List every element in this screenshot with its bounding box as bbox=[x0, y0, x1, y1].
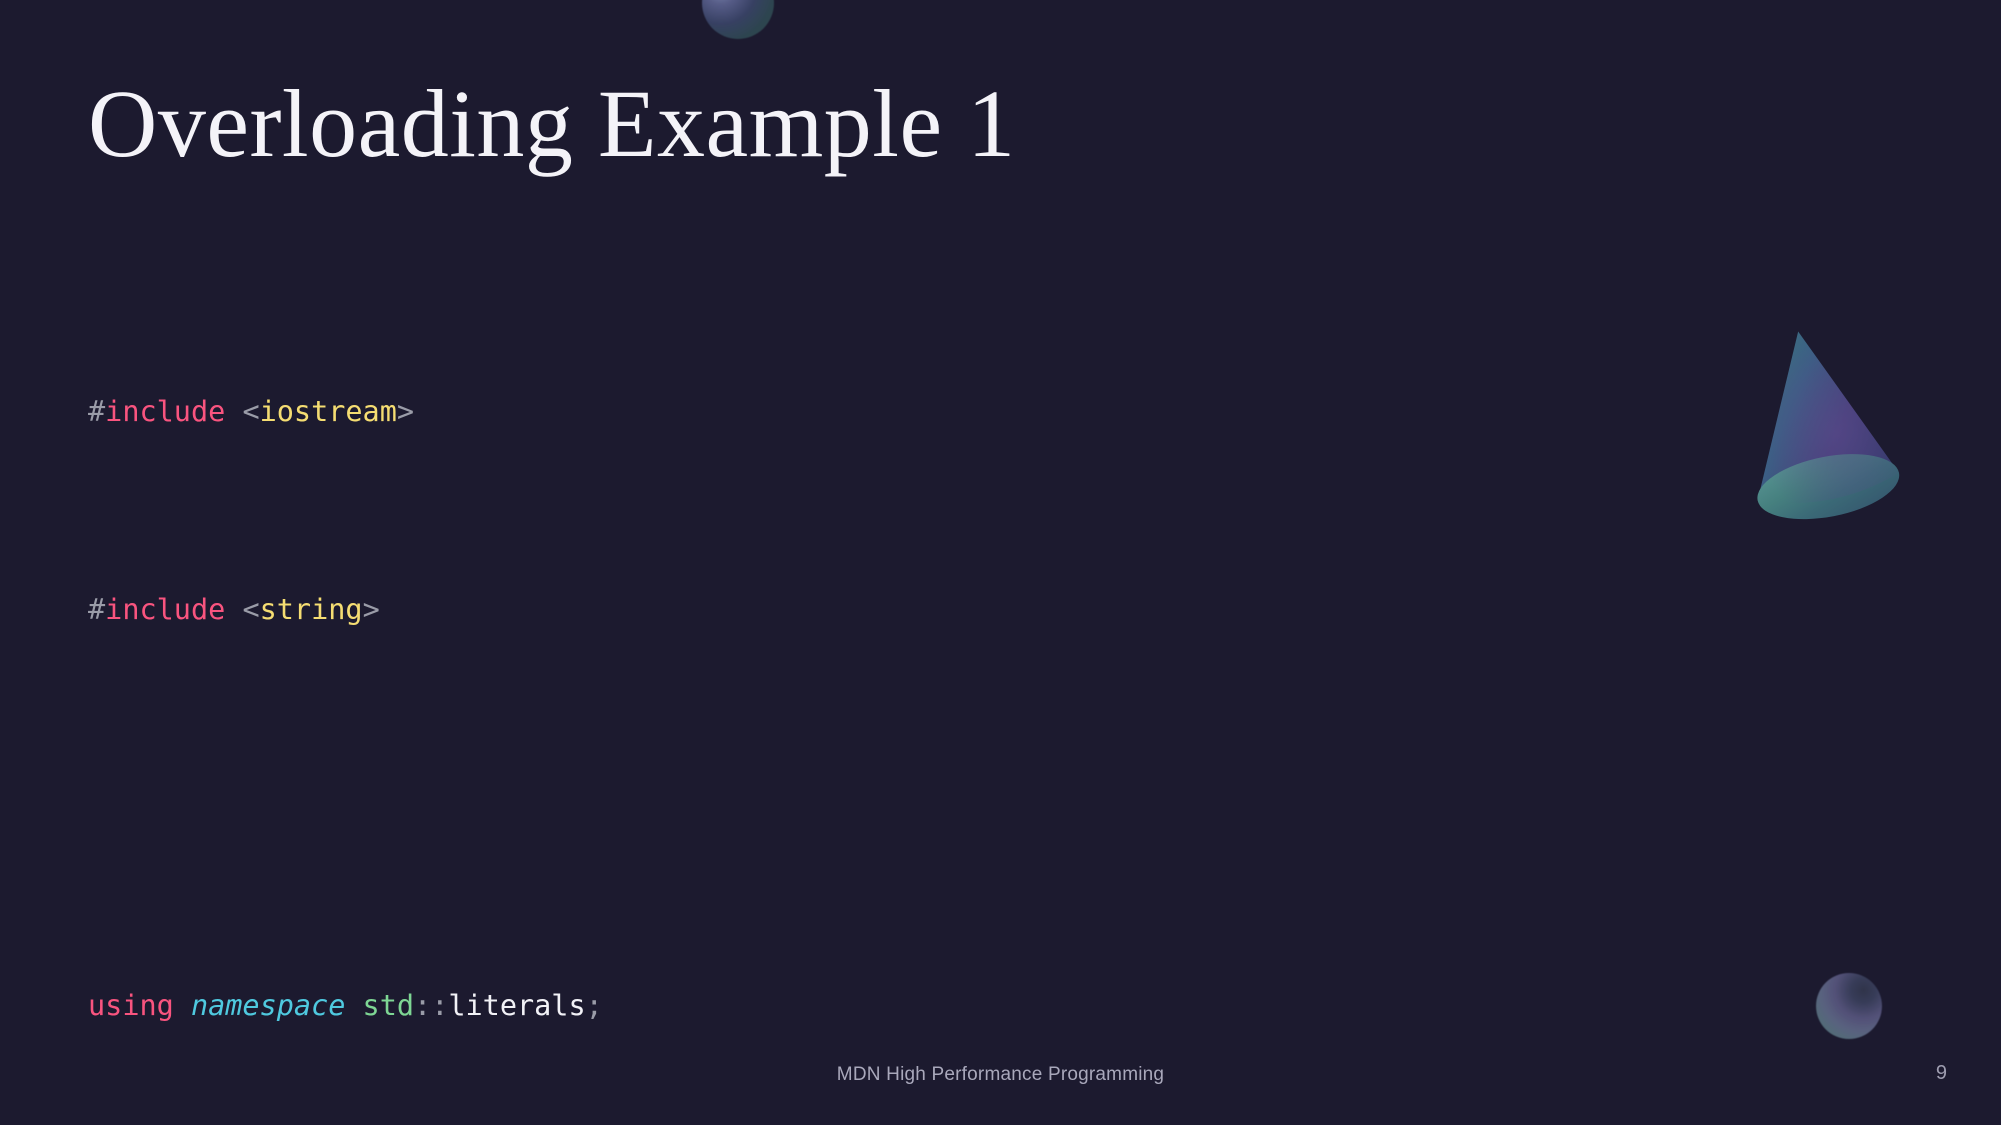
slide-title: Overloading Example 1 bbox=[88, 70, 1016, 177]
code-line-2: #include <string> bbox=[88, 585, 980, 635]
code-line-3-blank bbox=[88, 783, 980, 833]
token-literals: literals bbox=[448, 988, 586, 1022]
token-include: include bbox=[105, 394, 226, 428]
token-angle-close: > bbox=[396, 394, 415, 428]
slide-canvas: Overloading Example 1 #include <iostream… bbox=[0, 0, 2001, 1125]
footer-deck-title: MDN High Performance Programming bbox=[836, 1064, 1165, 1085]
token-angle-open: < bbox=[225, 394, 260, 428]
token-std: std bbox=[345, 988, 415, 1022]
code-line-4: using namespace std::literals; bbox=[88, 981, 980, 1031]
token-using: using bbox=[88, 988, 174, 1022]
sphere-decoration-bottom bbox=[1816, 973, 1882, 1039]
token-header-iostream: iostream bbox=[259, 394, 397, 428]
code-line-1: #include <iostream> bbox=[88, 387, 980, 437]
token-header-string: string bbox=[259, 592, 363, 626]
token-hash: # bbox=[88, 592, 106, 626]
token-angle-open: < bbox=[225, 592, 260, 626]
token-hash: # bbox=[88, 394, 106, 428]
token-semicolon: ; bbox=[585, 988, 603, 1022]
cone-decoration bbox=[1714, 318, 1914, 520]
token-scope-resolution: :: bbox=[414, 988, 449, 1022]
page-number: 9 bbox=[1935, 1062, 1947, 1084]
token-namespace: namespace bbox=[173, 988, 346, 1022]
sphere-decoration-top bbox=[702, 0, 774, 39]
token-include: include bbox=[105, 592, 226, 626]
token-angle-close: > bbox=[362, 592, 380, 626]
code-block: #include <iostream> #include <string> us… bbox=[88, 238, 980, 1125]
